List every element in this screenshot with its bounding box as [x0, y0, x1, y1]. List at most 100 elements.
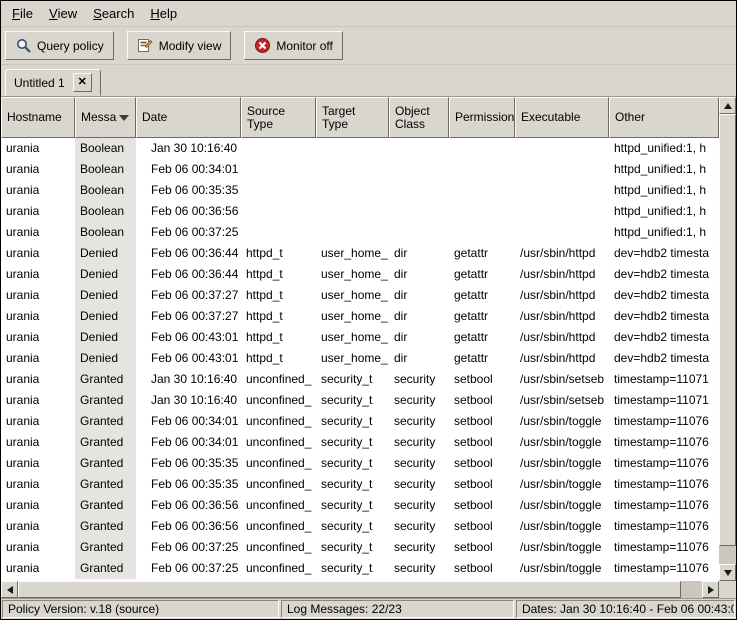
column-header-label: Object Class	[395, 105, 430, 131]
menu-help[interactable]: Help	[142, 1, 185, 26]
horizontal-scrollbar-track[interactable]	[18, 581, 702, 598]
table-cell: dir	[389, 348, 449, 369]
column-header[interactable]: Source Type	[241, 97, 316, 138]
monitor-off-button[interactable]: Monitor off	[244, 31, 342, 60]
menu-search[interactable]: Search	[85, 1, 142, 26]
table-cell: Boolean	[75, 180, 136, 201]
column-header[interactable]: Messa	[75, 97, 136, 138]
policy-version-text: Policy Version: v.18 (source)	[8, 602, 159, 616]
table-cell: urania	[1, 516, 75, 537]
table-row[interactable]: uraniaBooleanFeb 06 00:36:56httpd_unifie…	[1, 201, 719, 222]
table-row[interactable]: uraniaGrantedFeb 06 00:34:01unconfined_s…	[1, 411, 719, 432]
table-row[interactable]: uraniaGrantedJan 30 10:16:40unconfined_s…	[1, 390, 719, 411]
table-cell: Feb 06 00:34:01	[136, 411, 241, 432]
table-cell: setbool	[449, 411, 515, 432]
table-row[interactable]: uraniaDeniedFeb 06 00:43:01httpd_tuser_h…	[1, 348, 719, 369]
table-cell	[241, 159, 316, 180]
column-header-label: Source Type	[247, 105, 285, 131]
scroll-up-button[interactable]	[719, 97, 736, 114]
scroll-down-icon	[724, 570, 732, 576]
table-row[interactable]: uraniaBooleanFeb 06 00:34:01httpd_unifie…	[1, 159, 719, 180]
menu-view[interactable]: View	[41, 1, 85, 26]
table-cell: dir	[389, 264, 449, 285]
menu-search-label: earch	[102, 6, 135, 21]
table-cell: user_home_	[316, 327, 389, 348]
table-cell: Feb 06 00:36:56	[136, 201, 241, 222]
modify-view-button[interactable]: Modify view	[127, 31, 232, 60]
log-table-body: uraniaBooleanJan 30 10:16:40httpd_unifie…	[1, 138, 719, 581]
scroll-right-icon	[708, 586, 714, 594]
table-cell: dir	[389, 243, 449, 264]
table-row[interactable]: uraniaGrantedFeb 06 00:36:56unconfined_s…	[1, 495, 719, 516]
table-row[interactable]: uraniaGrantedFeb 06 00:35:35unconfined_s…	[1, 474, 719, 495]
table-cell: Boolean	[75, 222, 136, 243]
table-row[interactable]: uraniaGrantedJan 30 10:16:40unconfined_s…	[1, 369, 719, 390]
table-cell: Granted	[75, 516, 136, 537]
column-header[interactable]: Executable	[515, 97, 609, 138]
table-row[interactable]: uraniaGrantedFeb 06 00:37:25unconfined_s…	[1, 537, 719, 558]
table-cell: security	[389, 390, 449, 411]
horizontal-scrollbar[interactable]	[1, 581, 719, 598]
table-cell: security	[389, 411, 449, 432]
tab-untitled-1[interactable]: Untitled 1 ✕	[5, 69, 101, 96]
vertical-scrollbar[interactable]	[719, 97, 736, 581]
table-cell: httpd_unified:1, h	[609, 201, 719, 222]
table-cell: getattr	[449, 285, 515, 306]
table-cell: security_t	[316, 411, 389, 432]
table-row[interactable]: uraniaBooleanFeb 06 00:35:35httpd_unifie…	[1, 180, 719, 201]
scroll-right-button[interactable]	[702, 581, 719, 598]
table-cell: Granted	[75, 369, 136, 390]
scroll-up-icon	[724, 103, 732, 109]
table-row[interactable]: uraniaGrantedFeb 06 00:34:01unconfined_s…	[1, 432, 719, 453]
menu-help-label: elp	[160, 6, 177, 21]
table-cell: security_t	[316, 432, 389, 453]
table-cell: unconfined_	[241, 516, 316, 537]
table-cell: security	[389, 432, 449, 453]
table-row[interactable]: uraniaBooleanFeb 06 00:37:25httpd_unifie…	[1, 222, 719, 243]
vertical-scrollbar-track[interactable]	[719, 114, 736, 564]
table-cell: Denied	[75, 327, 136, 348]
tab-close-button[interactable]: ✕	[73, 73, 92, 92]
table-cell: unconfined_	[241, 558, 316, 579]
table-row[interactable]: uraniaDeniedFeb 06 00:36:44httpd_tuser_h…	[1, 243, 719, 264]
table-row[interactable]: uraniaDeniedFeb 06 00:37:27httpd_tuser_h…	[1, 285, 719, 306]
table-cell: unconfined_	[241, 495, 316, 516]
column-header[interactable]: Date	[136, 97, 241, 138]
table-row[interactable]: uraniaGrantedFeb 06 00:36:56unconfined_s…	[1, 516, 719, 537]
table-row[interactable]: uraniaGrantedFeb 06 00:35:35unconfined_s…	[1, 453, 719, 474]
table-cell: timestamp=11076	[609, 558, 719, 579]
table-cell: Granted	[75, 537, 136, 558]
table-cell: urania	[1, 138, 75, 159]
horizontal-scrollbar-thumb[interactable]	[18, 581, 681, 598]
table-row[interactable]: uraniaDeniedFeb 06 00:37:27httpd_tuser_h…	[1, 306, 719, 327]
table-cell	[389, 180, 449, 201]
column-header[interactable]: Object Class	[389, 97, 449, 138]
table-cell: /usr/sbin/toggle	[515, 537, 609, 558]
table-row[interactable]: uraniaDeniedFeb 06 00:43:01httpd_tuser_h…	[1, 327, 719, 348]
column-header[interactable]: Target Type	[316, 97, 389, 138]
query-policy-button[interactable]: Query policy	[5, 31, 114, 60]
log-table: HostnameMessaDateSource TypeTarget TypeO…	[1, 96, 736, 598]
column-header[interactable]: Hostname	[1, 97, 75, 138]
table-cell: /usr/sbin/httpd	[515, 264, 609, 285]
table-cell: unconfined_	[241, 474, 316, 495]
menu-view-label: iew	[58, 6, 78, 21]
scroll-left-button[interactable]	[1, 581, 18, 598]
column-header[interactable]: Permission	[449, 97, 515, 138]
scroll-down-button[interactable]	[719, 564, 736, 581]
table-cell: urania	[1, 432, 75, 453]
table-cell	[316, 159, 389, 180]
column-header[interactable]: Other	[609, 97, 719, 138]
table-row[interactable]: uraniaGrantedFeb 06 00:37:25unconfined_s…	[1, 558, 719, 579]
table-cell: Denied	[75, 285, 136, 306]
table-row[interactable]: uraniaDeniedFeb 06 00:36:44httpd_tuser_h…	[1, 264, 719, 285]
table-cell: /usr/sbin/httpd	[515, 306, 609, 327]
table-cell: Feb 06 00:37:27	[136, 285, 241, 306]
table-cell	[316, 201, 389, 222]
table-row[interactable]: uraniaBooleanJan 30 10:16:40httpd_unifie…	[1, 138, 719, 159]
menu-file[interactable]: File	[4, 1, 41, 26]
table-cell: user_home_	[316, 243, 389, 264]
vertical-scrollbar-thumb[interactable]	[719, 114, 736, 546]
table-cell: Feb 06 00:36:56	[136, 495, 241, 516]
table-cell: /usr/sbin/toggle	[515, 453, 609, 474]
